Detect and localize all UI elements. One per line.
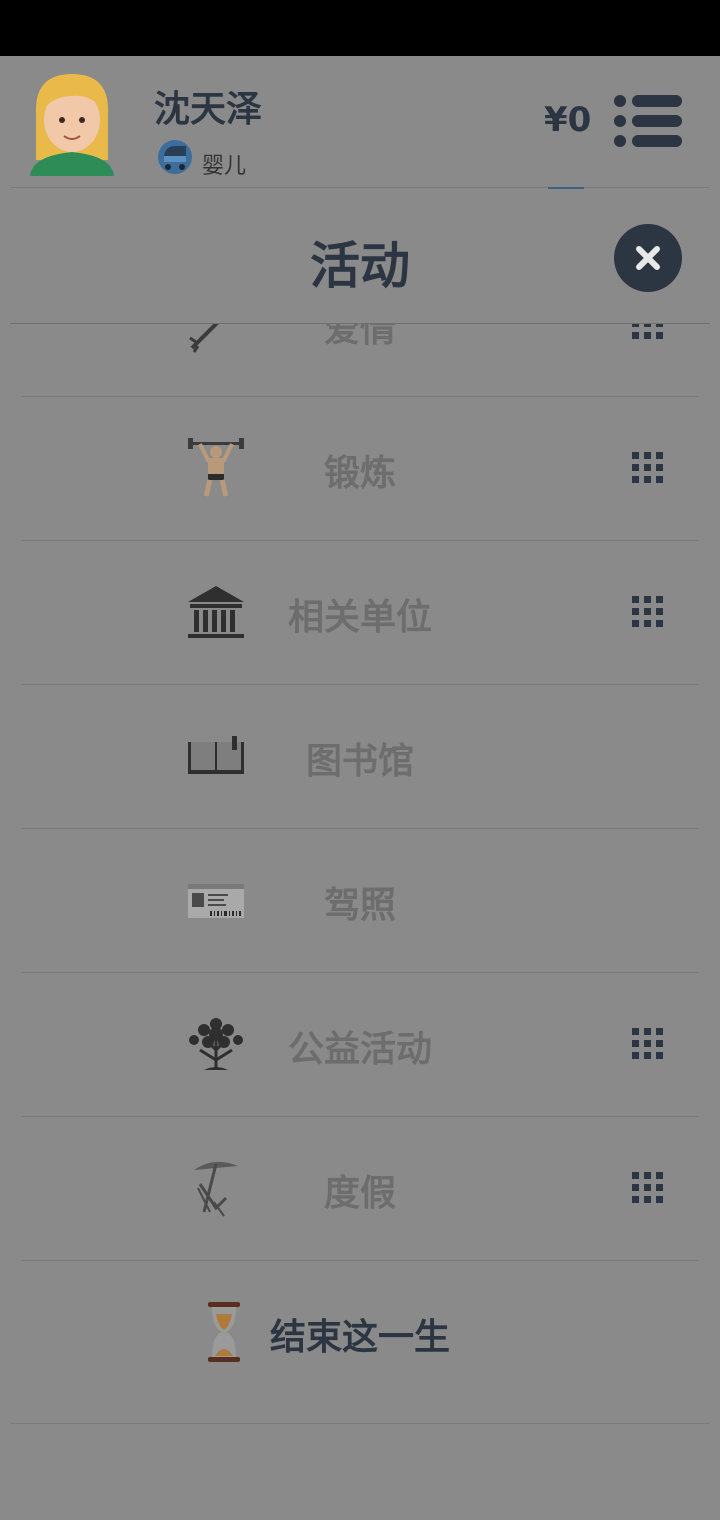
driver-license-icon [188,884,244,918]
weightlifter-icon [188,438,244,497]
activity-item-institutions[interactable]: 相关单位 [22,540,698,685]
close-icon [636,246,660,270]
dialog-header: 活动 [0,188,720,324]
beach-chair-icon [194,1161,238,1217]
activity-item-library[interactable]: 图书馆 [22,684,698,829]
profile-header: 沈天泽 婴儿 ¥0 [0,56,720,188]
activity-item-driver-license[interactable]: 驾照 [22,828,698,973]
activity-label: 爱情 [323,324,396,350]
menu-list-icon[interactable] [612,94,684,148]
activity-label: 锻炼 [323,453,396,494]
avatar[interactable] [26,64,118,176]
government-building-icon [188,586,244,638]
money-balance: ¥0 [544,100,592,140]
dialog-title: 活动 [310,237,410,295]
activity-item-love[interactable]: 爱情 [22,324,698,397]
activity-item-exercise[interactable]: 锻炼 [22,396,698,541]
baby-stroller-icon [158,140,192,174]
activity-label: 结束这一生 [269,1317,450,1358]
activity-list[interactable]: 爱情 锻炼 相关单位 图书馆 驾照 公益活动 度假 结束这一生 [0,324,720,1424]
close-button[interactable] [614,224,682,292]
activity-label: 公益活动 [287,1029,432,1070]
activity-label: 图书馆 [305,741,414,782]
activity-label: 驾照 [323,885,396,926]
grid-dots-icon [632,452,663,483]
life-stage-label: 婴儿 [202,154,247,179]
activity-label: 度假 [323,1173,396,1214]
activity-label: 相关单位 [287,597,432,638]
open-book-icon [188,736,244,774]
grid-dots-icon [632,324,663,339]
activity-item-end-life[interactable]: 结束这一生 [22,1260,698,1404]
player-name: 沈天泽 [154,89,263,130]
tree-icon [189,1018,243,1070]
grid-dots-icon [632,596,663,627]
status-bar [0,0,720,56]
list-bottom-divider [10,1423,710,1424]
activity-item-vacation[interactable]: 度假 [22,1116,698,1261]
activity-item-charity[interactable]: 公益活动 [22,972,698,1117]
grid-dots-icon [632,1172,663,1203]
cupid-arrow-icon [189,324,219,353]
grid-dots-icon [632,1028,663,1059]
